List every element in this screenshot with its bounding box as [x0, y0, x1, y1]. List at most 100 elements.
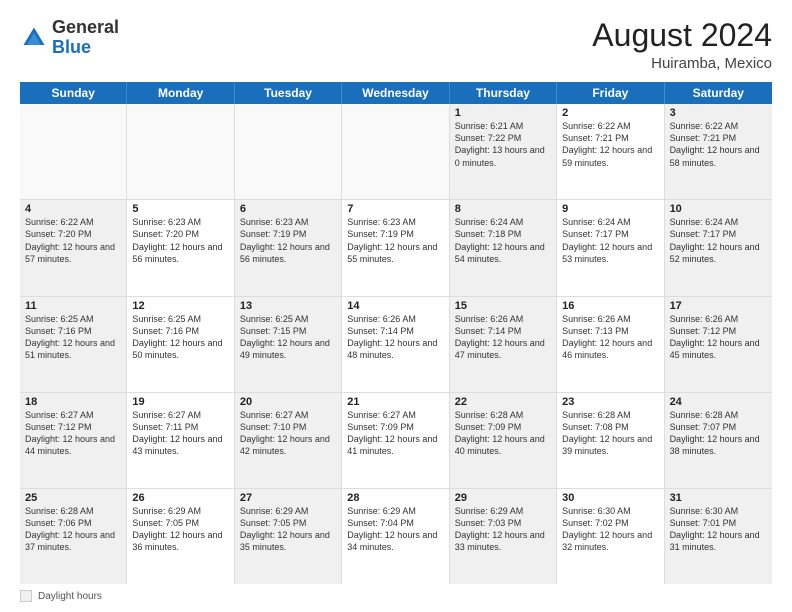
cell-info: Sunrise: 6:24 AM Sunset: 7:17 PM Dayligh…	[670, 216, 767, 265]
daylight-swatch	[20, 590, 32, 602]
calendar-cell	[20, 104, 127, 199]
day-number: 25	[25, 492, 121, 504]
calendar-row: 11 Sunrise: 6:25 AM Sunset: 7:16 PM Dayli…	[20, 297, 772, 393]
calendar-cell: 18Sunrise: 6:27 AM Sunset: 7:12 PM Dayli…	[20, 393, 127, 488]
cell-info: Sunrise: 6:24 AM Sunset: 7:17 PM Dayligh…	[562, 216, 658, 265]
header-day: Friday	[557, 82, 664, 104]
calendar-cell: 12Sunrise: 6:25 AM Sunset: 7:16 PM Dayli…	[127, 297, 234, 392]
calendar-body: 1Sunrise: 6:21 AM Sunset: 7:22 PM Daylig…	[20, 104, 772, 584]
day-number: 13	[240, 300, 336, 312]
header-day: Sunday	[20, 82, 127, 104]
calendar-cell	[127, 104, 234, 199]
location: Huiramba, Mexico	[592, 55, 772, 72]
calendar-cell: 20Sunrise: 6:27 AM Sunset: 7:10 PM Dayli…	[235, 393, 342, 488]
calendar-cell: 21Sunrise: 6:27 AM Sunset: 7:09 PM Dayli…	[342, 393, 449, 488]
calendar-cell: 4Sunrise: 6:22 AM Sunset: 7:20 PM Daylig…	[20, 200, 127, 295]
cell-info: Sunrise: 6:28 AM Sunset: 7:06 PM Dayligh…	[25, 505, 121, 554]
cell-info: Sunrise: 6:29 AM Sunset: 7:05 PM Dayligh…	[240, 505, 336, 554]
cell-info: Sunrise: 6:23 AM Sunset: 7:19 PM Dayligh…	[347, 216, 443, 265]
calendar-cell: 27Sunrise: 6:29 AM Sunset: 7:05 PM Dayli…	[235, 489, 342, 584]
day-number: 9	[562, 203, 658, 215]
day-number: 22	[455, 396, 551, 408]
cell-info: Sunrise: 6:27 AM Sunset: 7:11 PM Dayligh…	[132, 409, 228, 458]
header-day: Thursday	[450, 82, 557, 104]
logo: General Blue	[20, 18, 119, 58]
calendar-cell: 31Sunrise: 6:30 AM Sunset: 7:01 PM Dayli…	[665, 489, 772, 584]
cell-info: Sunrise: 6:22 AM Sunset: 7:21 PM Dayligh…	[670, 120, 767, 169]
calendar-cell: 2Sunrise: 6:22 AM Sunset: 7:21 PM Daylig…	[557, 104, 664, 199]
calendar-cell: 19Sunrise: 6:27 AM Sunset: 7:11 PM Dayli…	[127, 393, 234, 488]
cell-info: Sunrise: 6:27 AM Sunset: 7:12 PM Dayligh…	[25, 409, 121, 458]
day-number: 3	[670, 107, 767, 119]
header: General Blue August 2024 Huiramba, Mexic…	[20, 18, 772, 72]
cell-info: Sunrise: 6:27 AM Sunset: 7:09 PM Dayligh…	[347, 409, 443, 458]
day-number: 1	[455, 107, 551, 119]
calendar-cell: 29Sunrise: 6:29 AM Sunset: 7:03 PM Dayli…	[450, 489, 557, 584]
cell-info: Sunrise: 6:26 AM Sunset: 7:13 PM Dayligh…	[562, 313, 658, 362]
cell-info: Sunrise: 6:25 AM Sunset: 7:15 PM Dayligh…	[240, 313, 336, 362]
day-number: 8	[455, 203, 551, 215]
day-number: 12	[132, 300, 228, 312]
cell-info: Sunrise: 6:25 AM Sunset: 7:16 PM Dayligh…	[132, 313, 228, 362]
day-number: 18	[25, 396, 121, 408]
title-block: August 2024 Huiramba, Mexico	[592, 18, 772, 72]
day-number: 17	[670, 300, 767, 312]
day-number: 24	[670, 396, 767, 408]
day-number: 27	[240, 492, 336, 504]
cell-info: Sunrise: 6:29 AM Sunset: 7:04 PM Dayligh…	[347, 505, 443, 554]
calendar-cell: 26Sunrise: 6:29 AM Sunset: 7:05 PM Dayli…	[127, 489, 234, 584]
day-number: 14	[347, 300, 443, 312]
cell-info: Sunrise: 6:24 AM Sunset: 7:18 PM Dayligh…	[455, 216, 551, 265]
day-number: 30	[562, 492, 658, 504]
logo-blue: Blue	[52, 37, 91, 57]
day-number: 28	[347, 492, 443, 504]
calendar-cell: 5Sunrise: 6:23 AM Sunset: 7:20 PM Daylig…	[127, 200, 234, 295]
calendar: SundayMondayTuesdayWednesdayThursdayFrid…	[20, 82, 772, 584]
day-number: 16	[562, 300, 658, 312]
calendar-cell: 23Sunrise: 6:28 AM Sunset: 7:08 PM Dayli…	[557, 393, 664, 488]
calendar-cell: 1Sunrise: 6:21 AM Sunset: 7:22 PM Daylig…	[450, 104, 557, 199]
cell-info: Sunrise: 6:28 AM Sunset: 7:09 PM Dayligh…	[455, 409, 551, 458]
calendar-cell: 10Sunrise: 6:24 AM Sunset: 7:17 PM Dayli…	[665, 200, 772, 295]
cell-info: Sunrise: 6:29 AM Sunset: 7:03 PM Dayligh…	[455, 505, 551, 554]
calendar-cell: 22Sunrise: 6:28 AM Sunset: 7:09 PM Dayli…	[450, 393, 557, 488]
calendar-cell: 11Sunrise: 6:25 AM Sunset: 7:16 PM Dayli…	[20, 297, 127, 392]
calendar-cell: 13Sunrise: 6:25 AM Sunset: 7:15 PM Dayli…	[235, 297, 342, 392]
header-day: Wednesday	[342, 82, 449, 104]
page: General Blue August 2024 Huiramba, Mexic…	[0, 0, 792, 612]
calendar-cell: 17Sunrise: 6:26 AM Sunset: 7:12 PM Dayli…	[665, 297, 772, 392]
cell-info: Sunrise: 6:28 AM Sunset: 7:07 PM Dayligh…	[670, 409, 767, 458]
day-number: 26	[132, 492, 228, 504]
calendar-cell: 25Sunrise: 6:28 AM Sunset: 7:06 PM Dayli…	[20, 489, 127, 584]
month-year: August 2024	[592, 18, 772, 53]
cell-info: Sunrise: 6:27 AM Sunset: 7:10 PM Dayligh…	[240, 409, 336, 458]
day-number: 5	[132, 203, 228, 215]
calendar-cell: 28Sunrise: 6:29 AM Sunset: 7:04 PM Dayli…	[342, 489, 449, 584]
day-number: 11	[25, 300, 121, 312]
calendar-cell: 8Sunrise: 6:24 AM Sunset: 7:18 PM Daylig…	[450, 200, 557, 295]
calendar-header: SundayMondayTuesdayWednesdayThursdayFrid…	[20, 82, 772, 104]
day-number: 19	[132, 396, 228, 408]
day-number: 23	[562, 396, 658, 408]
logo-general: General	[52, 17, 119, 37]
day-number: 15	[455, 300, 551, 312]
calendar-cell: 9Sunrise: 6:24 AM Sunset: 7:17 PM Daylig…	[557, 200, 664, 295]
calendar-cell	[342, 104, 449, 199]
cell-info: Sunrise: 6:30 AM Sunset: 7:01 PM Dayligh…	[670, 505, 767, 554]
calendar-cell: 16Sunrise: 6:26 AM Sunset: 7:13 PM Dayli…	[557, 297, 664, 392]
logo-icon	[20, 24, 48, 52]
calendar-cell: 30Sunrise: 6:30 AM Sunset: 7:02 PM Dayli…	[557, 489, 664, 584]
day-number: 31	[670, 492, 767, 504]
calendar-cell: 24Sunrise: 6:28 AM Sunset: 7:07 PM Dayli…	[665, 393, 772, 488]
header-day: Tuesday	[235, 82, 342, 104]
day-number: 10	[670, 203, 767, 215]
cell-info: Sunrise: 6:26 AM Sunset: 7:14 PM Dayligh…	[347, 313, 443, 362]
day-number: 4	[25, 203, 121, 215]
cell-info: Sunrise: 6:21 AM Sunset: 7:22 PM Dayligh…	[455, 120, 551, 169]
day-number: 7	[347, 203, 443, 215]
header-day: Saturday	[665, 82, 772, 104]
calendar-row: 4Sunrise: 6:22 AM Sunset: 7:20 PM Daylig…	[20, 200, 772, 296]
footer-label: Daylight hours	[38, 591, 102, 602]
calendar-cell: 6Sunrise: 6:23 AM Sunset: 7:19 PM Daylig…	[235, 200, 342, 295]
calendar-row: 1Sunrise: 6:21 AM Sunset: 7:22 PM Daylig…	[20, 104, 772, 200]
